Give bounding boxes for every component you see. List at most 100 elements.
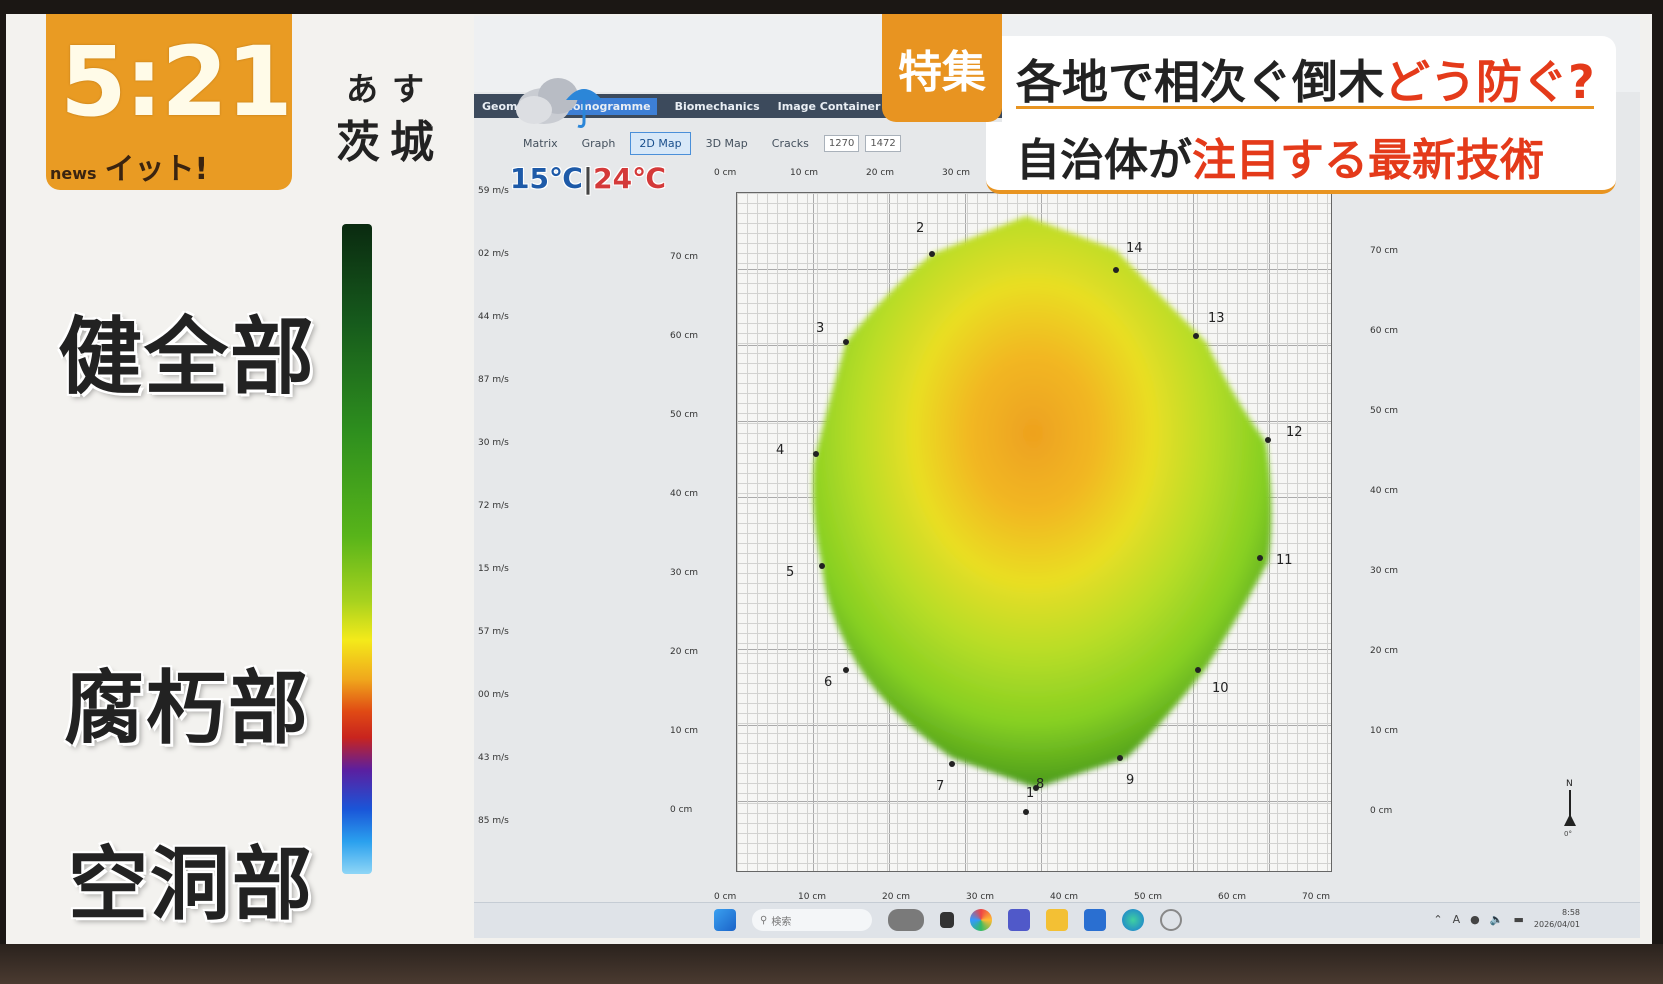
sensor-label-3: 3 — [816, 321, 824, 336]
app-bottom-axis-tick: 10 cm — [798, 892, 827, 902]
sensor-point-2[interactable] — [929, 251, 935, 257]
sensor-label-5: 5 — [786, 565, 794, 580]
app-left-axis-tick: 59 m/s — [478, 186, 509, 196]
search-icon: ⚲ — [760, 914, 768, 926]
headline-underline — [1016, 106, 1594, 109]
app-bottom-axis-tick: 40 cm — [1050, 892, 1079, 902]
system-tray: ⌃ A ● 🔈 ▬ 8:58 2026/04/01 — [1433, 907, 1580, 931]
legend-color-bar — [342, 224, 372, 874]
tool-3d-map-button[interactable]: 3D Map — [697, 132, 757, 155]
store-icon[interactable] — [1084, 909, 1106, 931]
sensor-point-12[interactable] — [1265, 437, 1271, 443]
app-bottom-axis-tick: 30 cm — [966, 892, 995, 902]
north-arrow-icon: N 0° — [1564, 779, 1576, 836]
sensor-point-5[interactable] — [819, 563, 825, 569]
app-left-axis-tick: 15 m/s — [478, 564, 509, 574]
app-left-axis-tick: 30 m/s — [478, 438, 509, 448]
right-axis: 70 cm 60 cm 50 cm 40 cm 30 cm 20 cm 10 cm 0 cm — [1364, 246, 1424, 866]
weather-prefecture: 茨城 — [336, 117, 444, 168]
temp-high: 24℃ — [593, 162, 666, 195]
inner-left-axis-tick: 20 cm — [670, 647, 699, 657]
sensor-point-4[interactable] — [813, 451, 819, 457]
app-right-axis-tick: 50 cm — [1370, 406, 1399, 416]
edge-icon[interactable] — [1122, 909, 1144, 931]
app-toolbar: Matrix Graph 2D Map 3D Map Cracks 1270 1472 — [514, 126, 901, 160]
ime-icon[interactable]: A — [1453, 913, 1461, 926]
app-left-axis-tick: 02 m/s — [478, 249, 509, 259]
sensor-point-3[interactable] — [843, 339, 849, 345]
tool-2d-map-button[interactable]: 2D Map — [630, 131, 691, 155]
weather-day: あす — [346, 70, 439, 108]
tomogram-heatmap: 1234567 8 91011121314 — [776, 216, 1303, 815]
inner-left-axis-tick: 30 cm — [670, 568, 699, 578]
tray-clock[interactable]: 8:58 2026/04/01 — [1534, 907, 1580, 931]
network-icon[interactable]: ● — [1470, 913, 1480, 926]
sensor-label-6: 6 — [824, 675, 832, 690]
app-right-axis-tick: 30 cm — [1370, 566, 1399, 576]
toolbar-value-field-1[interactable]: 1270 — [823, 134, 860, 152]
app-right-axis-tick: 20 cm — [1370, 646, 1399, 656]
top-axis-tick: 0 cm — [714, 168, 737, 178]
app-bottom-axis-tick: 60 cm — [1218, 892, 1247, 902]
battery-icon[interactable]: ▬ — [1513, 913, 1523, 926]
app-right-axis-tick: 0 cm — [1370, 806, 1393, 816]
sensor-point-9[interactable] — [1117, 755, 1123, 761]
sensor-point-13[interactable] — [1193, 333, 1199, 339]
tv-bezel — [0, 944, 1663, 984]
volume-icon[interactable]: 🔈 — [1490, 913, 1504, 926]
sensor-point-10[interactable] — [1195, 667, 1201, 673]
sensor-point-6[interactable] — [843, 667, 849, 673]
headline-line1-red: どう防ぐ? — [1384, 55, 1595, 109]
tool-matrix-button[interactable]: Matrix — [514, 132, 567, 155]
velocity-axis: 59 m/s 02 m/s 44 m/s 87 m/s 30 m/s 72 m/s 15 m… — [474, 186, 534, 886]
sensor-point-11[interactable] — [1257, 555, 1263, 561]
sensor-label-9: 9 — [1126, 773, 1134, 788]
sensor-label-2: 2 — [916, 221, 924, 236]
headline-line1-black: 各地で相次ぐ倒木 — [1016, 55, 1384, 109]
sensor-point-7[interactable] — [949, 761, 955, 767]
sensor-label-14: 14 — [1126, 241, 1143, 256]
broadcast-clock: 5:21 — [60, 26, 293, 138]
north-label: N — [1566, 779, 1573, 789]
sensor-point-1[interactable] — [1023, 809, 1029, 815]
menu-item-biomechanics[interactable]: Biomechanics — [675, 100, 760, 113]
feature-badge: 特集 — [882, 14, 1002, 122]
inner-left-axis: 70 cm 60 cm 50 cm 40 cm 30 cm 20 cm 10 cm 0 cm — [664, 252, 724, 872]
headline-overlay: 特集 各地で相次ぐ倒木 どう防ぐ? 自治体が 注目する最新技術 — [882, 14, 1626, 200]
tray-time: 8:58 — [1562, 908, 1580, 917]
app-bottom-axis-tick: 50 cm — [1134, 892, 1163, 902]
app-left-axis-tick: 72 m/s — [478, 501, 509, 511]
taskbar-icons: ⚲ 検索 — [714, 909, 1182, 931]
top-axis-tick: 10 cm — [790, 168, 819, 178]
program-prefix: news — [50, 164, 97, 183]
program-name: イット! — [104, 152, 209, 187]
folder-icon[interactable] — [1046, 909, 1068, 931]
menu-item-image-container[interactable]: Image Container — [778, 100, 881, 113]
copilot-icon[interactable] — [970, 909, 992, 931]
sensor-label-12: 12 — [1286, 425, 1303, 440]
inner-left-axis-tick: 70 cm — [670, 252, 699, 262]
tool-cracks-button[interactable]: Cracks — [763, 132, 818, 155]
legend-healthy-label: 健全部 — [58, 308, 317, 406]
broadcast-left-panel: 5:21 news イット! あす 茨城 健全部 腐朽部 空洞部 — [6, 14, 474, 956]
app-left-axis-tick: 43 m/s — [478, 753, 509, 763]
sensor-point-14[interactable] — [1113, 267, 1119, 273]
inner-left-axis-tick: 60 cm — [670, 331, 699, 341]
teams-icon[interactable] — [1008, 909, 1030, 931]
app-icon[interactable] — [1160, 909, 1182, 931]
app-right-axis-tick: 40 cm — [1370, 486, 1399, 496]
chevron-up-icon[interactable]: ⌃ — [1433, 913, 1442, 926]
app-left-axis-tick: 87 m/s — [478, 375, 509, 385]
sensor-label-13: 13 — [1208, 311, 1225, 326]
temp-separator: | — [582, 162, 594, 195]
widgets-icon[interactable] — [888, 909, 924, 931]
tool-graph-button[interactable]: Graph — [573, 132, 625, 155]
start-icon[interactable] — [714, 909, 736, 931]
task-view-icon[interactable] — [940, 912, 954, 928]
legend-hollow-label: 空洞部 — [68, 838, 314, 931]
app-left-axis-tick: 00 m/s — [478, 690, 509, 700]
taskbar-search[interactable]: ⚲ 検索 — [752, 909, 872, 931]
app-bottom-axis-tick: 0 cm — [714, 892, 737, 902]
app-left-axis-tick: 85 m/s — [478, 816, 509, 826]
inner-left-axis-tick: 10 cm — [670, 726, 699, 736]
